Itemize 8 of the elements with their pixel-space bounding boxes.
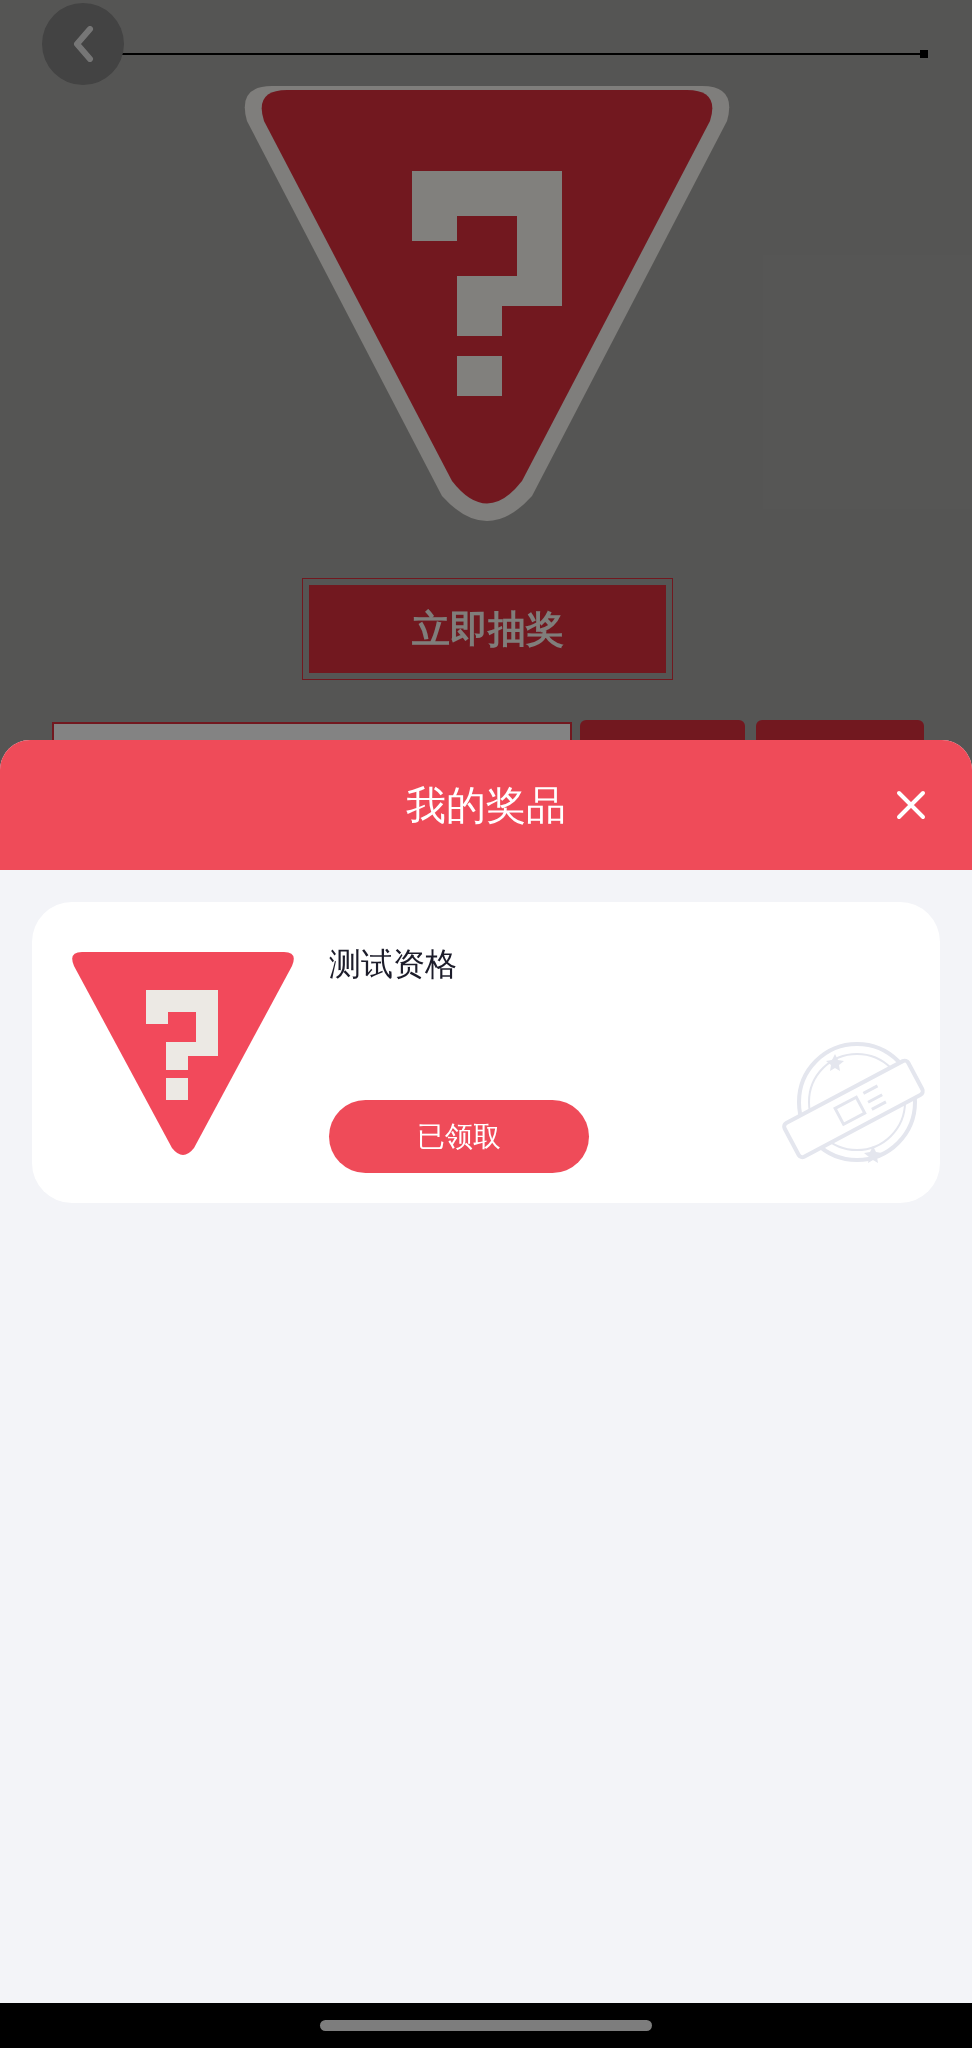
close-icon [896,790,926,820]
prize-name: 测试资格 [329,944,457,985]
question-shield-icon [70,952,296,1156]
sheet-title: 我的奖品 [406,781,566,830]
claim-button[interactable]: 已领取 [329,1100,589,1173]
close-button[interactable] [894,788,928,822]
back-chevron-icon [72,26,94,62]
draw-button[interactable]: 立即抽奖 [309,585,666,673]
